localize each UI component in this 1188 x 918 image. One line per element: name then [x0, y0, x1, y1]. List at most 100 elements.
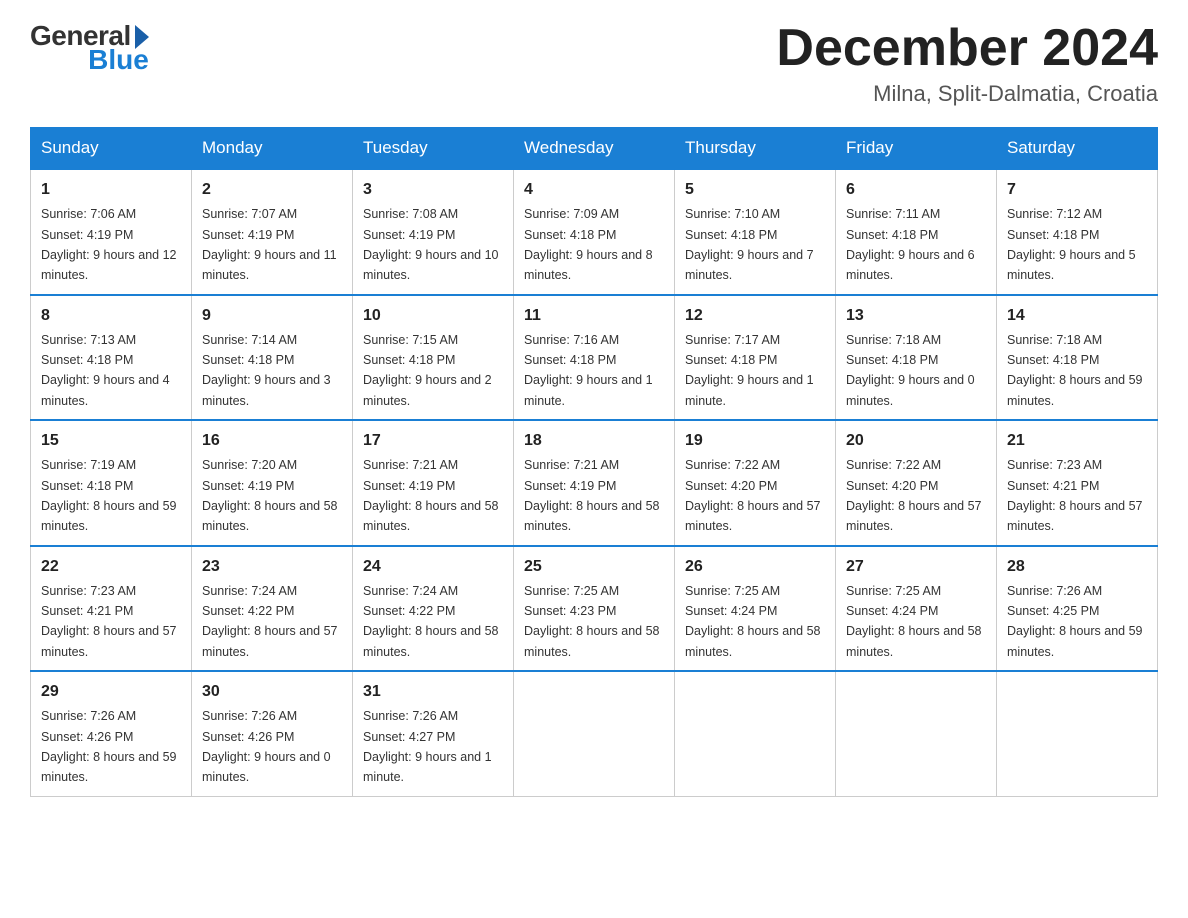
day-number: 31 — [363, 680, 503, 704]
day-info: Sunrise: 7:18 AMSunset: 4:18 PMDaylight:… — [846, 333, 975, 408]
calendar-cell: 22 Sunrise: 7:23 AMSunset: 4:21 PMDaylig… — [31, 546, 192, 672]
day-number: 25 — [524, 555, 664, 579]
calendar-cell: 26 Sunrise: 7:25 AMSunset: 4:24 PMDaylig… — [675, 546, 836, 672]
day-info: Sunrise: 7:25 AMSunset: 4:23 PMDaylight:… — [524, 584, 660, 659]
calendar-cell: 25 Sunrise: 7:25 AMSunset: 4:23 PMDaylig… — [514, 546, 675, 672]
logo: General Blue — [30, 20, 149, 76]
day-info: Sunrise: 7:08 AMSunset: 4:19 PMDaylight:… — [363, 207, 499, 282]
calendar-cell: 6 Sunrise: 7:11 AMSunset: 4:18 PMDayligh… — [836, 169, 997, 295]
day-info: Sunrise: 7:10 AMSunset: 4:18 PMDaylight:… — [685, 207, 814, 282]
calendar-cell: 1 Sunrise: 7:06 AMSunset: 4:19 PMDayligh… — [31, 169, 192, 295]
calendar-cell — [997, 671, 1158, 796]
day-info: Sunrise: 7:20 AMSunset: 4:19 PMDaylight:… — [202, 458, 338, 533]
calendar-cell: 19 Sunrise: 7:22 AMSunset: 4:20 PMDaylig… — [675, 420, 836, 546]
day-info: Sunrise: 7:23 AMSunset: 4:21 PMDaylight:… — [41, 584, 177, 659]
calendar-cell: 17 Sunrise: 7:21 AMSunset: 4:19 PMDaylig… — [353, 420, 514, 546]
day-number: 17 — [363, 429, 503, 453]
calendar-cell: 28 Sunrise: 7:26 AMSunset: 4:25 PMDaylig… — [997, 546, 1158, 672]
calendar-cell: 15 Sunrise: 7:19 AMSunset: 4:18 PMDaylig… — [31, 420, 192, 546]
day-number: 13 — [846, 304, 986, 328]
page-header: General Blue December 2024 Milna, Split-… — [30, 20, 1158, 107]
title-area: December 2024 Milna, Split-Dalmatia, Cro… — [776, 20, 1158, 107]
day-info: Sunrise: 7:21 AMSunset: 4:19 PMDaylight:… — [524, 458, 660, 533]
calendar-week-row: 1 Sunrise: 7:06 AMSunset: 4:19 PMDayligh… — [31, 169, 1158, 295]
day-info: Sunrise: 7:16 AMSunset: 4:18 PMDaylight:… — [524, 333, 653, 408]
logo-blue-text: Blue — [88, 44, 149, 76]
calendar-week-row: 15 Sunrise: 7:19 AMSunset: 4:18 PMDaylig… — [31, 420, 1158, 546]
day-info: Sunrise: 7:24 AMSunset: 4:22 PMDaylight:… — [202, 584, 338, 659]
day-info: Sunrise: 7:13 AMSunset: 4:18 PMDaylight:… — [41, 333, 170, 408]
calendar-cell: 24 Sunrise: 7:24 AMSunset: 4:22 PMDaylig… — [353, 546, 514, 672]
calendar-cell: 16 Sunrise: 7:20 AMSunset: 4:19 PMDaylig… — [192, 420, 353, 546]
calendar-cell: 27 Sunrise: 7:25 AMSunset: 4:24 PMDaylig… — [836, 546, 997, 672]
day-number: 11 — [524, 304, 664, 328]
calendar-cell: 4 Sunrise: 7:09 AMSunset: 4:18 PMDayligh… — [514, 169, 675, 295]
day-info: Sunrise: 7:14 AMSunset: 4:18 PMDaylight:… — [202, 333, 331, 408]
day-info: Sunrise: 7:25 AMSunset: 4:24 PMDaylight:… — [846, 584, 982, 659]
day-number: 21 — [1007, 429, 1147, 453]
day-number: 30 — [202, 680, 342, 704]
calendar-cell: 2 Sunrise: 7:07 AMSunset: 4:19 PMDayligh… — [192, 169, 353, 295]
day-number: 5 — [685, 178, 825, 202]
day-number: 26 — [685, 555, 825, 579]
day-number: 14 — [1007, 304, 1147, 328]
day-number: 8 — [41, 304, 181, 328]
day-info: Sunrise: 7:09 AMSunset: 4:18 PMDaylight:… — [524, 207, 653, 282]
weekday-header-monday: Monday — [192, 128, 353, 170]
day-number: 6 — [846, 178, 986, 202]
day-info: Sunrise: 7:23 AMSunset: 4:21 PMDaylight:… — [1007, 458, 1143, 533]
calendar-cell: 9 Sunrise: 7:14 AMSunset: 4:18 PMDayligh… — [192, 295, 353, 421]
day-number: 20 — [846, 429, 986, 453]
day-info: Sunrise: 7:15 AMSunset: 4:18 PMDaylight:… — [363, 333, 492, 408]
day-info: Sunrise: 7:26 AMSunset: 4:26 PMDaylight:… — [202, 709, 331, 784]
month-title: December 2024 — [776, 20, 1158, 77]
calendar-cell: 13 Sunrise: 7:18 AMSunset: 4:18 PMDaylig… — [836, 295, 997, 421]
calendar-cell: 7 Sunrise: 7:12 AMSunset: 4:18 PMDayligh… — [997, 169, 1158, 295]
calendar-week-row: 29 Sunrise: 7:26 AMSunset: 4:26 PMDaylig… — [31, 671, 1158, 796]
day-number: 28 — [1007, 555, 1147, 579]
weekday-header-thursday: Thursday — [675, 128, 836, 170]
calendar-cell — [836, 671, 997, 796]
day-number: 9 — [202, 304, 342, 328]
day-number: 7 — [1007, 178, 1147, 202]
day-number: 10 — [363, 304, 503, 328]
day-info: Sunrise: 7:22 AMSunset: 4:20 PMDaylight:… — [846, 458, 982, 533]
day-info: Sunrise: 7:22 AMSunset: 4:20 PMDaylight:… — [685, 458, 821, 533]
calendar-cell — [675, 671, 836, 796]
calendar-cell: 11 Sunrise: 7:16 AMSunset: 4:18 PMDaylig… — [514, 295, 675, 421]
day-number: 22 — [41, 555, 181, 579]
day-number: 18 — [524, 429, 664, 453]
day-number: 16 — [202, 429, 342, 453]
day-info: Sunrise: 7:18 AMSunset: 4:18 PMDaylight:… — [1007, 333, 1143, 408]
calendar-cell: 14 Sunrise: 7:18 AMSunset: 4:18 PMDaylig… — [997, 295, 1158, 421]
calendar-cell: 3 Sunrise: 7:08 AMSunset: 4:19 PMDayligh… — [353, 169, 514, 295]
day-number: 1 — [41, 178, 181, 202]
calendar-cell: 31 Sunrise: 7:26 AMSunset: 4:27 PMDaylig… — [353, 671, 514, 796]
day-info: Sunrise: 7:17 AMSunset: 4:18 PMDaylight:… — [685, 333, 814, 408]
day-info: Sunrise: 7:26 AMSunset: 4:26 PMDaylight:… — [41, 709, 177, 784]
weekday-header-wednesday: Wednesday — [514, 128, 675, 170]
day-number: 15 — [41, 429, 181, 453]
calendar-cell: 18 Sunrise: 7:21 AMSunset: 4:19 PMDaylig… — [514, 420, 675, 546]
location-text: Milna, Split-Dalmatia, Croatia — [776, 81, 1158, 107]
calendar-week-row: 22 Sunrise: 7:23 AMSunset: 4:21 PMDaylig… — [31, 546, 1158, 672]
day-info: Sunrise: 7:07 AMSunset: 4:19 PMDaylight:… — [202, 207, 337, 282]
day-info: Sunrise: 7:26 AMSunset: 4:25 PMDaylight:… — [1007, 584, 1143, 659]
day-number: 23 — [202, 555, 342, 579]
day-info: Sunrise: 7:26 AMSunset: 4:27 PMDaylight:… — [363, 709, 492, 784]
calendar-cell — [514, 671, 675, 796]
day-info: Sunrise: 7:19 AMSunset: 4:18 PMDaylight:… — [41, 458, 177, 533]
calendar-cell: 20 Sunrise: 7:22 AMSunset: 4:20 PMDaylig… — [836, 420, 997, 546]
weekday-header-saturday: Saturday — [997, 128, 1158, 170]
day-number: 12 — [685, 304, 825, 328]
calendar-cell: 8 Sunrise: 7:13 AMSunset: 4:18 PMDayligh… — [31, 295, 192, 421]
calendar-cell: 10 Sunrise: 7:15 AMSunset: 4:18 PMDaylig… — [353, 295, 514, 421]
day-number: 27 — [846, 555, 986, 579]
calendar-cell: 21 Sunrise: 7:23 AMSunset: 4:21 PMDaylig… — [997, 420, 1158, 546]
weekday-header-row: SundayMondayTuesdayWednesdayThursdayFrid… — [31, 128, 1158, 170]
day-number: 19 — [685, 429, 825, 453]
day-info: Sunrise: 7:11 AMSunset: 4:18 PMDaylight:… — [846, 207, 975, 282]
day-number: 29 — [41, 680, 181, 704]
calendar-cell: 29 Sunrise: 7:26 AMSunset: 4:26 PMDaylig… — [31, 671, 192, 796]
calendar-cell: 30 Sunrise: 7:26 AMSunset: 4:26 PMDaylig… — [192, 671, 353, 796]
